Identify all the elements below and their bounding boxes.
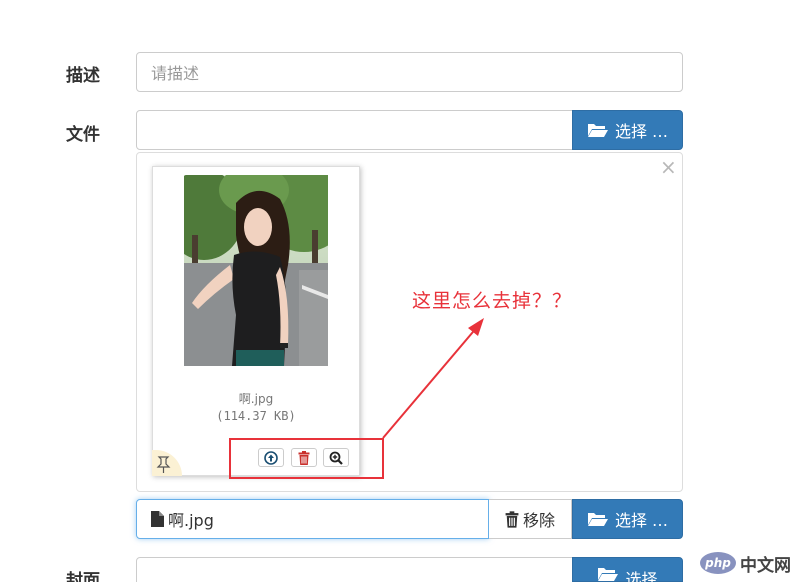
- file-label: 文件: [66, 125, 100, 145]
- file-caption-input[interactable]: [136, 110, 573, 150]
- close-preview-icon[interactable]: ×: [660, 157, 677, 177]
- watermark-site-text: 中文网: [740, 555, 791, 576]
- cover-caption-input[interactable]: [136, 557, 573, 582]
- file-browse-label-2: 选择 …: [614, 511, 669, 530]
- annotation-highlight-box: [229, 438, 384, 479]
- cover-label: 封面: [66, 571, 100, 582]
- file-browse-button[interactable]: 选择 …: [572, 110, 683, 150]
- preview-image: [184, 175, 328, 366]
- file-icon: [151, 511, 164, 527]
- annotation-text: 这里怎么去掉？？: [412, 290, 573, 312]
- description-input[interactable]: 请描述: [136, 52, 683, 92]
- remove-button-label: 移除: [522, 511, 555, 530]
- cover-browse-label: 选择: [625, 570, 658, 582]
- folder-open-icon: [587, 513, 608, 526]
- thumbnail-file-name: 啊.jpg: [238, 392, 274, 406]
- description-label: 描述: [66, 66, 100, 86]
- description-placeholder: 请描述: [151, 64, 200, 83]
- folder-open-icon: [587, 124, 608, 137]
- cover-browse-button[interactable]: 选择: [572, 557, 683, 582]
- php-logo: php: [700, 552, 736, 574]
- file-browse-label: 选择 …: [614, 122, 669, 141]
- folder-open-icon: [598, 568, 619, 581]
- trash-icon: [505, 510, 519, 528]
- thumbnail-file-size: (114.37 KB): [216, 409, 296, 423]
- selected-file-name: 啊.jpg: [168, 511, 214, 530]
- site-watermark: php 中文网: [700, 547, 796, 579]
- file-name-input[interactable]: 啊.jpg: [136, 499, 489, 539]
- file-browse-button-2[interactable]: 选择 …: [572, 499, 683, 539]
- thumbtack-icon: [156, 456, 171, 473]
- remove-button[interactable]: 移除: [489, 499, 572, 539]
